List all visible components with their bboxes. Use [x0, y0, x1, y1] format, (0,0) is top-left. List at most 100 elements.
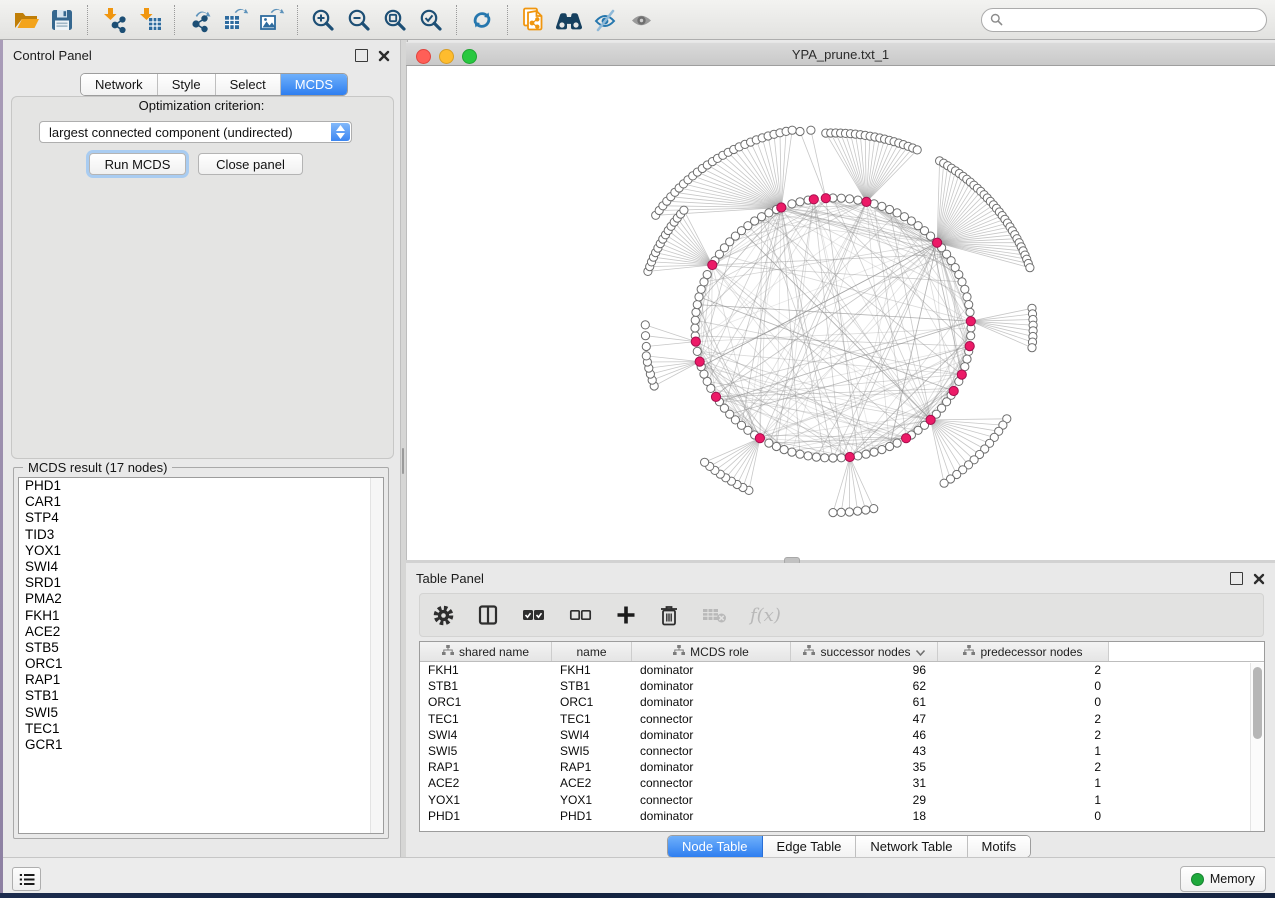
search-field[interactable] — [981, 8, 1267, 32]
graph-node[interactable] — [837, 454, 845, 462]
mcds-result-item[interactable]: TID3 — [19, 527, 383, 543]
graph-node[interactable] — [641, 321, 649, 329]
mcds-result-item[interactable]: PHD1 — [19, 478, 383, 494]
open-session-button[interactable] — [8, 4, 44, 36]
table-row[interactable]: ACE2ACE2connector311 — [420, 775, 1264, 791]
hide-selected-button[interactable] — [587, 4, 623, 36]
graph-node[interactable] — [967, 332, 975, 340]
graph-node[interactable] — [1028, 344, 1036, 352]
table-row[interactable]: TEC1TEC1connector472 — [420, 711, 1264, 727]
graph-node[interactable] — [893, 439, 901, 447]
graph-node[interactable] — [965, 301, 973, 309]
select-all-icon[interactable] — [521, 604, 546, 626]
table-row[interactable]: ORC1ORC1dominator610 — [420, 694, 1264, 710]
graph-node[interactable] — [963, 293, 971, 301]
network-view[interactable] — [406, 66, 1275, 560]
graph-node[interactable] — [966, 308, 974, 316]
graph-node[interactable] — [837, 508, 845, 516]
table-row[interactable]: SWI5SWI5connector431 — [420, 743, 1264, 759]
graph-node[interactable] — [886, 442, 894, 450]
table-row[interactable]: FKH1FKH1dominator962 — [420, 662, 1264, 678]
network-window-titlebar[interactable]: YPA_prune.txt_1 — [406, 42, 1275, 66]
graph-node-dominator[interactable] — [902, 434, 911, 443]
graph-node[interactable] — [812, 453, 820, 461]
table-row[interactable]: RAP1RAP1dominator352 — [420, 759, 1264, 775]
graph-node[interactable] — [695, 293, 703, 301]
search-input[interactable] — [1008, 12, 1258, 28]
graph-node[interactable] — [870, 505, 878, 513]
graph-node[interactable] — [862, 450, 870, 458]
mcds-result-item[interactable]: FKH1 — [19, 608, 383, 624]
table-row[interactable]: PHD1PHD1dominator180 — [420, 808, 1264, 824]
network-graph[interactable] — [407, 66, 1275, 560]
mcds-result-item[interactable]: PMA2 — [19, 591, 383, 607]
first-neighbors-button[interactable] — [551, 4, 587, 36]
add-column-icon[interactable] — [615, 604, 637, 626]
close-panel-icon[interactable] — [378, 50, 390, 62]
table-scrollbar-thumb[interactable] — [1253, 667, 1262, 739]
tab-motifs[interactable]: Motifs — [968, 836, 1031, 857]
zoom-in-button[interactable] — [305, 4, 341, 36]
graph-node-dominator[interactable] — [711, 392, 720, 401]
graph-node[interactable] — [940, 479, 948, 487]
show-all-button[interactable] — [623, 4, 659, 36]
tab-mcds[interactable]: MCDS — [281, 74, 347, 95]
mcds-result-item[interactable]: STB1 — [19, 688, 383, 704]
splitter-handle[interactable] — [402, 448, 404, 474]
graph-node-dominator[interactable] — [708, 260, 717, 269]
graph-node[interactable] — [641, 332, 649, 340]
graph-node[interactable] — [693, 347, 701, 355]
graph-node[interactable] — [788, 200, 796, 208]
graph-node[interactable] — [780, 446, 788, 454]
column-settings-gear-icon[interactable] — [432, 604, 455, 627]
graph-node[interactable] — [846, 195, 854, 203]
export-image-button[interactable] — [254, 4, 290, 36]
graph-node[interactable] — [796, 450, 804, 458]
mcds-result-item[interactable]: SWI5 — [19, 705, 383, 721]
graph-node[interactable] — [796, 127, 804, 135]
graph-node[interactable] — [862, 506, 870, 514]
graph-node-dominator[interactable] — [957, 370, 966, 379]
mcds-result-item[interactable]: SRD1 — [19, 575, 383, 591]
graph-node-dominator[interactable] — [949, 386, 958, 395]
mcds-result-item[interactable]: STP4 — [19, 510, 383, 526]
graph-node[interactable] — [829, 454, 837, 462]
refresh-button[interactable] — [464, 4, 500, 36]
zoom-selected-button[interactable] — [413, 4, 449, 36]
tab-node-table[interactable]: Node Table — [668, 836, 763, 857]
graph-node[interactable] — [765, 209, 773, 217]
graph-node[interactable] — [963, 355, 971, 363]
column-header-predecessor-nodes[interactable]: predecessor nodes — [938, 642, 1109, 661]
mcds-result-item[interactable]: RAP1 — [19, 672, 383, 688]
graph-node[interactable] — [692, 308, 700, 316]
float-window-icon[interactable] — [355, 49, 368, 62]
graph-node[interactable] — [878, 202, 886, 210]
table-scrollbar[interactable] — [1250, 663, 1264, 831]
graph-node[interactable] — [927, 232, 935, 240]
close-panel-icon[interactable] — [1253, 573, 1265, 585]
task-history-button[interactable] — [12, 867, 41, 891]
column-header-shared-name[interactable]: shared name — [420, 642, 552, 661]
graph-node[interactable] — [642, 352, 650, 360]
optimization-criterion-select[interactable]: largest connected component (undirected) — [39, 121, 352, 143]
column-header-successor-nodes[interactable]: successor nodes — [791, 642, 938, 661]
mcds-result-item[interactable]: GCR1 — [19, 737, 383, 753]
graph-node[interactable] — [829, 509, 837, 517]
graph-node-dominator[interactable] — [691, 337, 700, 346]
import-table-button[interactable] — [131, 4, 167, 36]
run-mcds-button[interactable]: Run MCDS — [89, 153, 186, 175]
graph-node[interactable] — [913, 146, 921, 154]
import-network-button[interactable] — [95, 4, 131, 36]
graph-node[interactable] — [854, 196, 862, 204]
graph-node-dominator[interactable] — [755, 434, 764, 443]
export-document-button[interactable] — [515, 4, 551, 36]
graph-node[interactable] — [701, 458, 709, 466]
column-header-name[interactable]: name — [552, 642, 632, 661]
tab-network-table[interactable]: Network Table — [856, 836, 967, 857]
save-session-button[interactable] — [44, 4, 80, 36]
show-columns-icon[interactable] — [477, 604, 499, 626]
export-table-button[interactable] — [218, 4, 254, 36]
mcds-result-item[interactable]: STB5 — [19, 640, 383, 656]
graph-node[interactable] — [854, 452, 862, 460]
mcds-result-item[interactable]: SWI4 — [19, 559, 383, 575]
